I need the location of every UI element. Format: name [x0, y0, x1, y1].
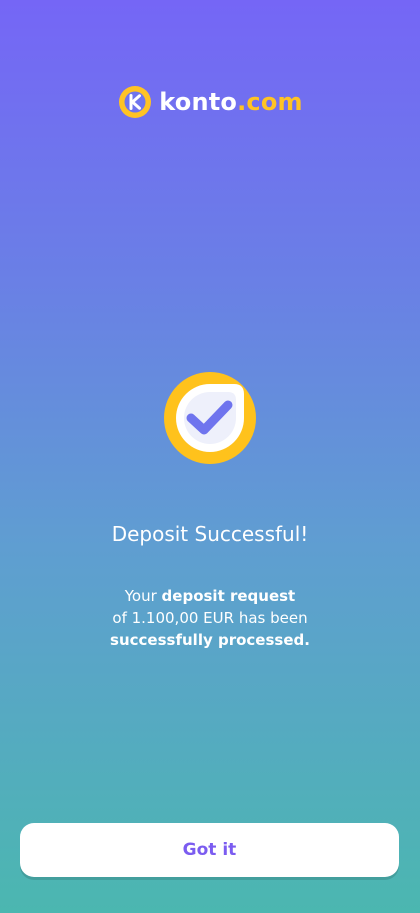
got-it-button[interactable]: Got it	[20, 823, 399, 877]
konto-k-logo-icon	[117, 84, 153, 120]
brand-logo: konto.com	[0, 84, 420, 120]
message-line-3: successfully processed.	[60, 629, 360, 651]
brand-name: konto	[159, 88, 238, 116]
success-check-icon	[162, 370, 258, 466]
success-message: Your deposit request of 1.100,00 EUR has…	[60, 585, 360, 651]
message-prefix: Your	[124, 587, 162, 605]
success-title: Deposit Successful!	[111, 522, 309, 546]
message-highlight-processed: successfully processed.	[110, 631, 310, 649]
brand-wordmark: konto.com	[159, 90, 303, 114]
message-highlight-deposit-request: deposit request	[161, 587, 296, 605]
message-line-2: of 1.100,00 EUR has been	[112, 609, 308, 627]
message-line-1: Your deposit request	[60, 585, 360, 607]
deposit-success-screen: konto.com Deposit Successful! Your depos…	[0, 0, 420, 913]
brand-tld: com	[246, 88, 303, 116]
